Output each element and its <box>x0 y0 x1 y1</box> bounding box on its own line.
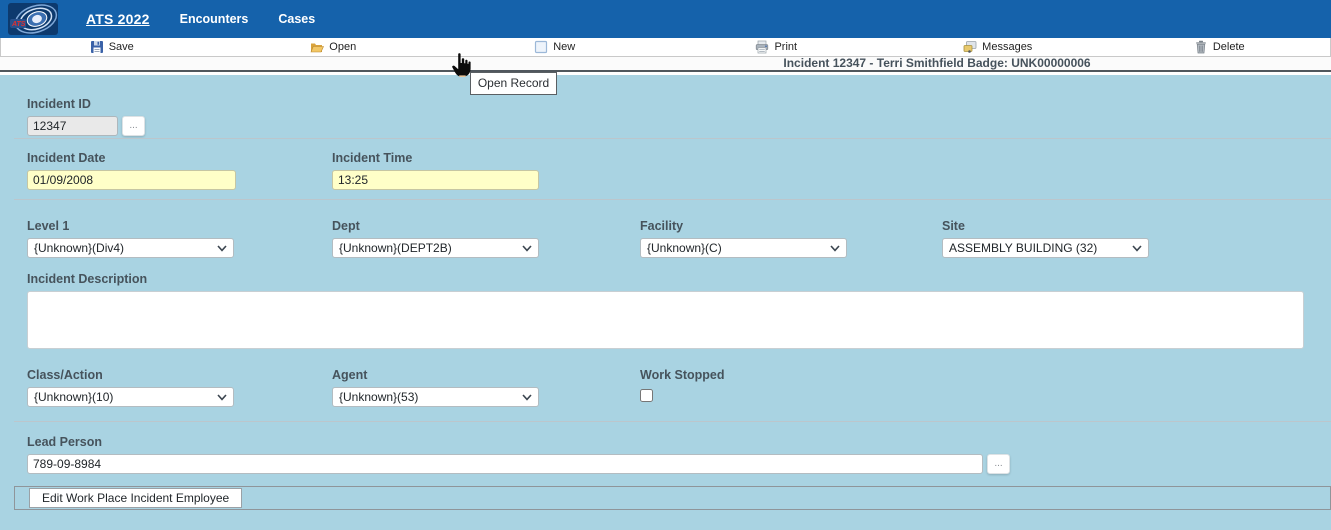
incident-description-label: Incident Description <box>27 272 1304 286</box>
agent-label: Agent <box>332 368 539 382</box>
delete-button[interactable]: Delete <box>1109 38 1331 56</box>
dept-selected-value: {Unknown}(DEPT2B) <box>339 241 452 255</box>
toolbar: Save Open New <box>0 38 1331 57</box>
incident-id-label: Incident ID <box>27 97 145 111</box>
dept-field-group: Dept {Unknown}(DEPT2B) <box>332 219 539 258</box>
ats-logo-icon[interactable]: ATS <box>6 2 60 36</box>
agent-selected-value: {Unknown}(53) <box>339 390 418 404</box>
edit-work-place-incident-employee-button[interactable]: Edit Work Place Incident Employee <box>29 488 242 508</box>
incident-time-input[interactable] <box>332 170 539 190</box>
site-select[interactable]: ASSEMBLY BUILDING (32) <box>942 238 1149 258</box>
incident-description-textarea[interactable] <box>27 291 1304 349</box>
class-action-field-group: Class/Action {Unknown}(10) <box>27 368 234 407</box>
toolbar-button-label: Delete <box>1213 41 1245 53</box>
incident-id-input[interactable] <box>27 116 118 136</box>
employee-actions-band: Edit Work Place Incident Employee <box>14 486 1331 510</box>
nav-item-cases[interactable]: Cases <box>278 12 315 26</box>
incident-id-field-group: Incident ID ... <box>27 97 145 136</box>
facility-label: Facility <box>640 219 847 233</box>
class-action-select[interactable]: {Unknown}(10) <box>27 387 234 407</box>
top-nav-bar: ATS ATS 2022 Encounters Cases <box>0 0 1331 38</box>
facility-select[interactable]: {Unknown}(C) <box>640 238 847 258</box>
incident-time-field-group: Incident Time <box>332 151 539 190</box>
lead-person-label: Lead Person <box>27 435 1010 449</box>
new-document-icon <box>534 40 548 54</box>
chevron-down-icon <box>1132 245 1142 252</box>
section-divider <box>14 199 1331 200</box>
site-selected-value: ASSEMBLY BUILDING (32) <box>949 241 1097 255</box>
toolbar-button-label: Open <box>329 41 356 53</box>
work-stopped-checkbox[interactable] <box>640 389 653 402</box>
level1-selected-value: {Unknown}(Div4) <box>34 241 124 255</box>
section-divider <box>14 421 1331 422</box>
chevron-down-icon <box>522 394 532 401</box>
agent-select[interactable]: {Unknown}(53) <box>332 387 539 407</box>
facility-field-group: Facility {Unknown}(C) <box>640 219 847 258</box>
work-stopped-field-group: Work Stopped <box>640 368 725 407</box>
incident-form: Incident ID ... Incident Date Incident T… <box>0 75 1331 530</box>
dept-select[interactable]: {Unknown}(DEPT2B) <box>332 238 539 258</box>
open-record-tooltip: Open Record <box>470 72 557 95</box>
print-icon <box>755 40 769 54</box>
chevron-down-icon <box>830 245 840 252</box>
level1-label: Level 1 <box>27 219 234 233</box>
chevron-down-icon <box>522 245 532 252</box>
incident-id-browse-button[interactable]: ... <box>122 116 145 136</box>
site-field-group: Site ASSEMBLY BUILDING (32) <box>942 219 1149 258</box>
site-label: Site <box>942 219 1149 233</box>
toolbar-button-label: New <box>553 41 575 53</box>
chevron-down-icon <box>217 245 227 252</box>
record-title-bar: Incident 12347 - Terri Smithfield Badge:… <box>0 57 1331 72</box>
class-action-selected-value: {Unknown}(10) <box>34 390 113 404</box>
lead-person-input[interactable] <box>27 454 983 474</box>
incident-description-field-group: Incident Description <box>27 272 1304 354</box>
record-title: Incident 12347 - Terri Smithfield Badge:… <box>783 56 1090 70</box>
open-button[interactable]: Open <box>223 38 445 56</box>
lead-person-browse-button[interactable]: ... <box>987 454 1010 474</box>
save-icon <box>90 40 104 54</box>
dept-label: Dept <box>332 219 539 233</box>
class-action-label: Class/Action <box>27 368 234 382</box>
agent-field-group: Agent {Unknown}(53) <box>332 368 539 407</box>
save-button[interactable]: Save <box>1 38 223 56</box>
facility-selected-value: {Unknown}(C) <box>647 241 722 255</box>
section-divider <box>14 138 1331 139</box>
messages-icon <box>963 40 977 54</box>
nav-item-ats-2022[interactable]: ATS 2022 <box>86 11 150 27</box>
toolbar-button-label: Messages <box>982 41 1032 53</box>
ats-application-window: ATS ATS 2022 Encounters Cases Save <box>0 0 1331 530</box>
toolbar-button-label: Print <box>774 41 797 53</box>
incident-date-field-group: Incident Date <box>27 151 236 190</box>
work-stopped-label: Work Stopped <box>640 368 725 382</box>
open-folder-icon <box>310 40 324 54</box>
messages-button[interactable]: Messages <box>887 38 1109 56</box>
chevron-down-icon <box>217 394 227 401</box>
delete-trash-icon <box>1194 40 1208 54</box>
level1-select[interactable]: {Unknown}(Div4) <box>27 238 234 258</box>
nav-item-encounters[interactable]: Encounters <box>180 12 249 26</box>
level1-field-group: Level 1 {Unknown}(Div4) <box>27 219 234 258</box>
incident-time-label: Incident Time <box>332 151 539 165</box>
incident-date-label: Incident Date <box>27 151 236 165</box>
new-button[interactable]: New <box>444 38 666 56</box>
toolbar-button-label: Save <box>109 41 134 53</box>
svg-text:ATS: ATS <box>11 21 26 28</box>
lead-person-field-group: Lead Person ... <box>27 435 1010 474</box>
print-button[interactable]: Print <box>666 38 888 56</box>
incident-date-input[interactable] <box>27 170 236 190</box>
